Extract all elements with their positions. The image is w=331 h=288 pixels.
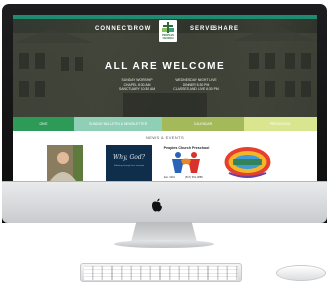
sunday-worship-times: SUNDAY WORSHIP CHAPEL 8:30 AM SANCTUARY …	[109, 78, 165, 92]
news-events-section: NEWS & EVENTS Why, God? Suffering throug…	[13, 131, 317, 181]
logo-text: PEOPLES CHURCH	[162, 34, 174, 40]
accent-bar	[13, 15, 317, 19]
why-god-title: Why, God?	[113, 154, 145, 161]
hero-headline: ALL ARE WELCOME	[104, 61, 226, 72]
pastor-photo	[47, 145, 83, 181]
nav-serve[interactable]: SERVE	[190, 26, 215, 32]
vbs-graphic	[224, 147, 271, 178]
tab-bulletin[interactable]: SUNDAY BULLETIN & NEWSLETTER	[74, 117, 162, 131]
imac-chin	[2, 181, 327, 223]
news-card-pastor[interactable]	[47, 145, 83, 181]
apple-logo-shape	[152, 198, 162, 212]
quick-links-bar: GIVE SUNDAY BULLETIN & NEWSLETTER CALEND…	[13, 117, 317, 131]
service-line: CLASSES AND LIVE 6:30 PM	[173, 87, 219, 91]
keyboard	[80, 263, 242, 282]
church-logo[interactable]: PEOPLES CHURCH	[159, 20, 177, 42]
preschool-phone: (517) 351-3880	[185, 176, 203, 179]
nav-share[interactable]: SHARE	[213, 26, 239, 32]
tab-give[interactable]: GIVE	[13, 117, 74, 131]
nav-grow[interactable]: GROW	[128, 26, 151, 32]
imac-stand-neck	[131, 222, 197, 242]
tab-preschool[interactable]: PRESCHOOL	[244, 117, 317, 131]
website-screen: CONNECT GROW PEOPLES CHURCH SERVE SHARE …	[13, 15, 317, 181]
news-card-preschool[interactable]: Peoples Church Preschool Est. 1961 (517)…	[163, 145, 210, 181]
tab-calendar[interactable]: CALENDAR	[162, 117, 244, 131]
news-title: NEWS & EVENTS	[145, 135, 185, 140]
preschool-established: Est. 1961	[164, 176, 175, 179]
service-line: SANCTUARY 10:30 AM	[118, 87, 156, 91]
news-card-why-god[interactable]: Why, God? Suffering through loss and pai…	[106, 145, 152, 181]
imac-stand-foot	[114, 240, 214, 248]
logo-icon	[162, 22, 174, 33]
nav-connect[interactable]: CONNECT	[95, 26, 132, 32]
wednesday-night-times: WEDNESDAY NIGHT LIVE DINNER 5:30 PM CLAS…	[165, 78, 227, 92]
why-god-subtitle: Suffering through loss and pain	[113, 165, 145, 167]
magic-mouse	[276, 265, 326, 281]
keyboard-keys	[84, 266, 238, 280]
news-card-vbs[interactable]	[223, 145, 272, 181]
